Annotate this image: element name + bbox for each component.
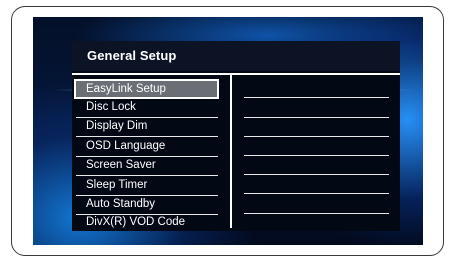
option-slot (244, 117, 389, 118)
option-slot (244, 213, 389, 214)
panel-top-rule (72, 73, 400, 75)
column-divider (230, 74, 232, 228)
menu-item-sleep-timer[interactable]: Sleep Timer (76, 177, 218, 196)
menu-item-disc-lock[interactable]: Disc Lock (76, 99, 218, 118)
option-slot (244, 174, 389, 175)
menu-item-divx-vod-code[interactable]: DivX(R) VOD Code (76, 214, 218, 233)
menu-title: General Setup (87, 48, 177, 63)
option-slot (244, 136, 389, 137)
menu-item-easylink-setup[interactable]: EasyLink Setup (74, 79, 219, 99)
option-slot (244, 193, 389, 194)
option-slot (244, 97, 389, 98)
menu-item-display-dim[interactable]: Display Dim (76, 118, 218, 137)
menu-item-screen-saver[interactable]: Screen Saver (76, 157, 218, 176)
menu-item-auto-standby[interactable]: Auto Standby (76, 196, 218, 215)
option-slot (244, 155, 389, 156)
menu-item-osd-language[interactable]: OSD Language (76, 138, 218, 157)
